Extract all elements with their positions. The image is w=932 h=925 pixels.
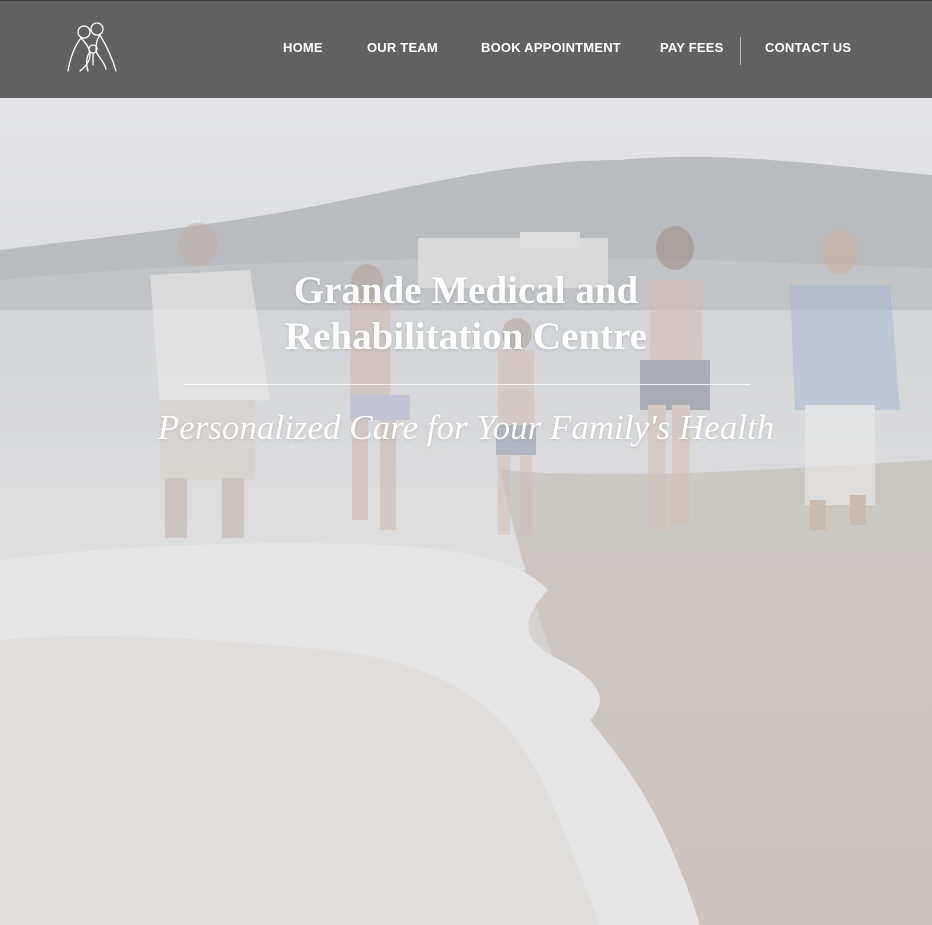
nav-pay-fees[interactable]: PAY FEES — [660, 40, 724, 55]
nav-home[interactable]: HOME — [283, 40, 323, 55]
site-header: HOME OUR TEAM BOOK APPOINTMENT PAY FEES … — [0, 0, 932, 98]
hero-overlay — [0, 0, 932, 925]
hero-divider — [183, 384, 750, 385]
hero-tagline: Personalized Care for Your Family's Heal… — [157, 408, 775, 447]
nav-our-team[interactable]: OUR TEAM — [367, 40, 438, 55]
nav-divider — [740, 37, 741, 65]
nav-contact-us[interactable]: CONTACT US — [765, 40, 851, 55]
main-navigation: HOME OUR TEAM BOOK APPOINTMENT PAY FEES … — [0, 1, 932, 99]
nav-book-appointment[interactable]: BOOK APPOINTMENT — [481, 40, 621, 55]
hero-title: Grande Medical and Rehabilitation Centre — [284, 269, 648, 358]
page: HOME OUR TEAM BOOK APPOINTMENT PAY FEES … — [0, 0, 932, 925]
